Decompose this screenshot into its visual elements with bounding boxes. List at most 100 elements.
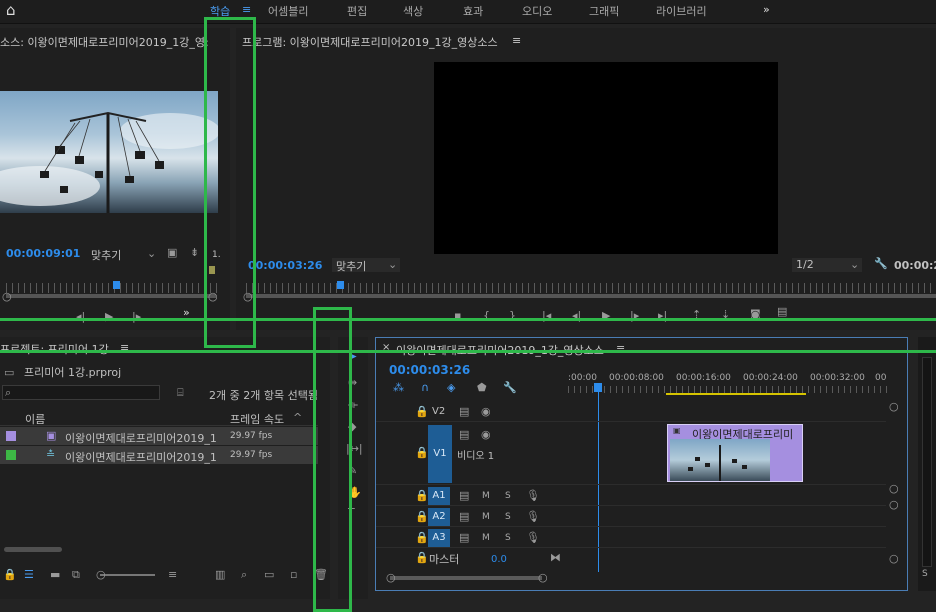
timeline-menu-icon[interactable]: ≡ (616, 342, 625, 355)
program-title[interactable]: 프로그램: 이왕이면제대로프리미어2019_1강_영상소스 (242, 34, 498, 50)
timeline-playhead-head[interactable] (594, 383, 602, 392)
program-timecode[interactable]: 00:00:03:26 (248, 259, 322, 272)
track-a2-target[interactable]: A2 (428, 508, 450, 526)
project-title[interactable]: 프로젝트: 프리미어 1강 (0, 341, 109, 357)
solo-button[interactable]: S (505, 512, 511, 522)
lock-icon[interactable]: 🔒 (415, 447, 429, 458)
sync-lock-icon[interactable]: ▤ (459, 490, 469, 501)
program-time-ruler[interactable] (246, 283, 936, 293)
list-view-icon[interactable]: ☰ (24, 569, 34, 580)
table-row[interactable]: ▣ 이왕이면제대로프리미어2019_1 29.97 fps (0, 427, 318, 445)
source-fit-dropdown[interactable]: 맞추기 (91, 247, 121, 263)
new-bin-icon[interactable]: ▭ (264, 569, 274, 580)
label-color-swatch[interactable] (6, 450, 16, 460)
tab-audio[interactable]: 오디오 (522, 3, 552, 19)
tab-menu-icon[interactable]: ≡ (242, 3, 251, 16)
track-v1-target[interactable]: V1 (428, 425, 452, 483)
column-name-header[interactable]: 이름 (25, 411, 45, 427)
scroll-handle-left-icon[interactable]: ○ (2, 291, 12, 302)
new-item-icon[interactable]: ▫ (290, 569, 297, 580)
scroll-handle-left-icon[interactable]: ○ (386, 572, 396, 583)
mic-icon[interactable]: 🎙 (526, 532, 540, 543)
add-marker-icon[interactable]: ⬟ (477, 382, 487, 393)
linked-selection-icon[interactable]: ◈ (447, 382, 455, 393)
sync-lock-icon[interactable]: ▤ (459, 406, 469, 417)
nest-icon[interactable]: ⁂ (393, 382, 404, 393)
insert-icon[interactable]: ⇟ (190, 247, 199, 258)
compare-icon[interactable]: ▤ (777, 306, 787, 317)
chevron-down-icon[interactable]: ⌄ (388, 259, 397, 270)
vscroll-handle-icon[interactable]: ○ (889, 553, 899, 564)
mute-button[interactable]: M (482, 491, 490, 501)
program-playhead[interactable] (337, 281, 344, 289)
mute-button[interactable]: M (482, 512, 490, 522)
program-menu-icon[interactable]: ≡ (512, 34, 521, 47)
tab-assembly[interactable]: 어셈블리 (268, 3, 308, 19)
source-scroll[interactable] (6, 294, 216, 298)
tab-effects[interactable]: 효과 (463, 3, 483, 19)
item-name[interactable]: 이왕이면제대로프리미어2019_1 (65, 449, 217, 465)
mic-icon[interactable]: 🎙 (526, 511, 540, 522)
find-icon[interactable]: ⌕ (241, 569, 247, 580)
settings-square-icon[interactable]: ▣ (167, 247, 177, 258)
zoom-handle-icon[interactable]: ○ (96, 569, 106, 580)
column-framerate-header[interactable]: 프레임 속도 (230, 411, 284, 427)
master-volume[interactable]: 0.0 (491, 554, 507, 565)
more-tabs-icon[interactable]: » (763, 3, 770, 16)
chevron-down-icon[interactable]: ⌄ (147, 248, 156, 259)
go-to-end-icon[interactable]: ⧓ (550, 552, 561, 563)
eye-icon[interactable]: ◉ (481, 406, 491, 417)
tab-graphics[interactable]: 그래픽 (589, 3, 619, 19)
wrench-icon[interactable]: 🔧 (874, 258, 888, 269)
label-color-swatch[interactable] (6, 431, 16, 441)
lock-icon[interactable]: 🔒 (415, 532, 429, 543)
item-name[interactable]: 이왕이면제대로프리미어2019_1 (65, 430, 217, 446)
scroll-handle-right-icon[interactable]: ○ (538, 572, 548, 583)
new-bin-search-icon[interactable]: ⌸ (177, 387, 184, 398)
table-row[interactable]: ≛ 이왕이면제대로프리미어2019_1 29.97 fps (0, 446, 318, 464)
vscroll-handle-icon[interactable]: ○ (889, 499, 899, 510)
freeform-view-icon[interactable]: ⧉ (72, 569, 80, 580)
track-a3-target[interactable]: A3 (428, 529, 450, 547)
source-title[interactable]: 소스: 이왕이면제대로프리미어2019_1강_영: (0, 34, 209, 50)
timeline-ruler[interactable] (568, 386, 888, 393)
video-clip[interactable]: ▣ 이왕이면제대로프리미 (667, 424, 803, 482)
timeline-settings-icon[interactable]: 🔧 (503, 382, 517, 393)
sort-up-icon[interactable]: ^ (293, 412, 302, 423)
timeline-timecode[interactable]: 00:00:03:26 (389, 363, 470, 377)
lock-icon[interactable]: 🔒 (415, 490, 429, 501)
source-timecode[interactable]: 00:00:09:01 (6, 247, 80, 260)
eye-icon[interactable]: ◉ (481, 429, 491, 440)
track-a1-target[interactable]: A1 (428, 487, 450, 505)
tab-libraries[interactable]: 라이브러리 (656, 3, 707, 19)
solo-button[interactable]: S (505, 533, 511, 543)
source-time-ruler[interactable] (6, 283, 218, 293)
vscroll-handle-icon[interactable]: ○ (889, 401, 899, 412)
sync-lock-icon[interactable]: ▤ (459, 511, 469, 522)
sort-icon[interactable]: ≡ (168, 569, 177, 580)
home-icon[interactable]: ⌂ (6, 3, 16, 18)
tab-color[interactable]: 색상 (403, 3, 423, 19)
chevron-down-icon[interactable]: ⌄ (850, 259, 859, 270)
search-input[interactable]: ⌕ (2, 385, 160, 400)
track-v2-label[interactable]: V2 (432, 406, 445, 417)
icon-view-icon[interactable]: ▬ (50, 569, 60, 580)
zoom-slider[interactable] (100, 574, 155, 576)
sync-lock-icon[interactable]: ▤ (459, 532, 469, 543)
lock-icon[interactable]: 🔒 (415, 406, 429, 417)
vscroll-handle-icon[interactable]: ○ (889, 483, 899, 494)
meter-solo-button[interactable]: S (922, 569, 928, 579)
lock-icon[interactable]: 🔒 (415, 552, 429, 563)
lock-icon[interactable]: 🔒 (415, 511, 429, 522)
solo-button[interactable]: S (505, 491, 511, 501)
sync-lock-icon[interactable]: ▤ (459, 429, 469, 440)
work-area-bar[interactable] (666, 393, 806, 395)
mic-icon[interactable]: 🎙 (526, 490, 540, 501)
tab-editing[interactable]: 편집 (347, 3, 367, 19)
mute-button[interactable]: M (482, 533, 490, 543)
lock-icon[interactable]: 🔒 (3, 569, 17, 580)
program-scroll[interactable] (246, 294, 936, 298)
source-playhead[interactable] (113, 281, 120, 289)
automate-icon[interactable]: ▥ (215, 569, 225, 580)
project-scrollbar[interactable] (4, 547, 62, 552)
